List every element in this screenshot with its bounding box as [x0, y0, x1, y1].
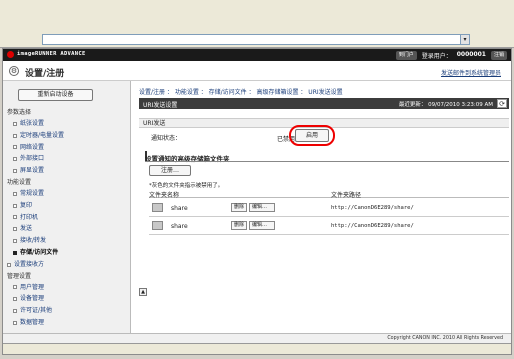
bullet-icon [13, 133, 17, 138]
copyright: Copyright CANON INC. 2010 All Rights Res… [387, 336, 503, 341]
folder-icon [152, 221, 163, 230]
bullet-icon [13, 297, 17, 302]
enable-button[interactable]: 启用 [295, 129, 329, 142]
folder-icon [152, 203, 163, 212]
sidebar-item-destination[interactable]: 设置接收方 [3, 259, 131, 271]
folder-path: http://CanonD6E289/share/ [331, 205, 414, 211]
edit-button[interactable]: 编辑… [249, 203, 275, 212]
section-title: URI发送设置 [143, 102, 178, 109]
register-button[interactable]: 注册… [149, 165, 191, 176]
bullet-icon [13, 145, 17, 150]
footer: Copyright CANON INC. 2010 All Rights Res… [3, 333, 511, 343]
bullet-icon [13, 227, 17, 232]
sidebar-item-copy[interactable]: 复印 [3, 200, 131, 212]
bullet-icon [13, 285, 17, 290]
restart-device-button[interactable]: 重新启动设备 [18, 89, 93, 101]
login-user-label: 登录用户： [421, 53, 452, 60]
gear-icon: ⚙ [9, 66, 19, 76]
main-content: 设置/注册 ： 功能设置 ： 存储/访问文件 ： 高级存储箱设置 ： URI发送… [131, 81, 511, 354]
title-bar: ⚙ 设置/注册 发送邮件到系统管理员 [3, 61, 511, 81]
status-strip [3, 343, 511, 354]
folder-path: http://CanonD6E289/share/ [331, 223, 414, 229]
brand-logo-icon [7, 51, 14, 58]
sidebar-item-send[interactable]: 发送 [3, 223, 131, 235]
sidebar-group-preferences: 参数选择 [7, 109, 32, 116]
folder-name: share [171, 205, 188, 212]
page: imageRUNNER ADVANCE 到门户 登录用户： 0000001 注销… [2, 48, 512, 355]
address-bar[interactable] [42, 34, 470, 45]
bullet-icon [7, 262, 11, 267]
sidebar-item-interface[interactable]: 外部接口 [3, 153, 131, 165]
delete-button[interactable]: 删除 [231, 203, 248, 212]
browser-toolbar: ▾ [0, 0, 514, 48]
sidebar-item-receive[interactable]: 接收/转发 [3, 235, 131, 247]
bullet-icon [13, 320, 17, 325]
folder-name: share [171, 223, 188, 230]
bullet-icon [13, 309, 17, 314]
brand-links: 到门户 登录用户： 0000001 注销 [395, 51, 507, 60]
section-header: URI发送设置 最近更新： 09/07/2010 3:23:09 AM ⟳ [139, 98, 509, 109]
sidebar-item-store-access[interactable]: 存储/访问文件 [3, 247, 131, 259]
table-row: share 删除 编辑… http://CanonD6E289/share/ [149, 217, 509, 235]
sidebar-item-network[interactable]: 网络设置 [3, 142, 131, 154]
refresh-icon[interactable]: ⟳ [497, 99, 507, 108]
last-updated: 最近更新： 09/07/2010 3:23:09 AM [398, 102, 493, 108]
sidebar-item-data[interactable]: 数据管理 [3, 317, 131, 329]
delete-button[interactable]: 删除 [231, 221, 248, 230]
table-header: 文件夹名称 文件夹路径 [149, 189, 509, 199]
portal-link[interactable]: 到门户 [395, 51, 417, 60]
sidebar-item-display[interactable]: 屏显设置 [3, 165, 131, 177]
sidebar-item-common[interactable]: 常规设置 [3, 188, 131, 200]
bullet-icon [13, 169, 17, 174]
bullet-icon [13, 215, 17, 220]
sidebar-item-users[interactable]: 用户管理 [3, 282, 131, 294]
bullet-icon [13, 121, 17, 126]
sidebar-menu: 参数选择 纸张设置 定时器/电量设置 网络设置 外部接口 屏显设置 功能设置 常… [3, 107, 131, 329]
edit-button[interactable]: 编辑… [249, 221, 275, 230]
sidebar: 重新启动设备 参数选择 纸张设置 定时器/电量设置 网络设置 外部接口 屏显设置… [3, 81, 131, 354]
brand-bar: imageRUNNER ADVANCE 到门户 登录用户： 0000001 注销 [3, 49, 511, 61]
column-folder-path: 文件夹路径 [331, 192, 362, 199]
sidebar-item-paper[interactable]: 纸张设置 [3, 118, 131, 130]
logout-link[interactable]: 注销 [490, 51, 507, 60]
table-row: share 删除 编辑… http://CanonD6E289/share/ [149, 199, 509, 217]
bullet-icon [13, 250, 17, 255]
address-dropdown-icon[interactable]: ▾ [460, 34, 470, 45]
bullet-icon [13, 203, 17, 208]
breadcrumb[interactable]: 设置/注册 ： 功能设置 ： 存储/访问文件 ： 高级存储箱设置 ： URI发送… [139, 87, 343, 96]
sidebar-item-printer[interactable]: 打印机 [3, 212, 131, 224]
divider [145, 161, 509, 162]
disabled-note: *灰色的文件夹指示被禁用了。 [149, 183, 224, 189]
column-folder-name: 文件夹名称 [149, 192, 180, 199]
sidebar-group-functions: 功能设置 [7, 178, 32, 186]
mail-admin-link[interactable]: 发送邮件到系统管理员 [441, 68, 501, 77]
page-title: 设置/注册 [25, 69, 65, 79]
bullet-icon [13, 157, 17, 162]
sidebar-item-timer[interactable]: 定时器/电量设置 [3, 130, 131, 142]
bullet-icon [13, 239, 17, 244]
sidebar-group-management: 管理设置 [7, 272, 32, 280]
sidebar-item-license[interactable]: 许可证/其他 [3, 305, 131, 317]
scroll-to-top-icon[interactable]: ▲ [139, 288, 147, 296]
sidebar-item-device[interactable]: 设备管理 [3, 293, 131, 305]
notify-status-label: 通知状态： [151, 135, 182, 142]
bullet-icon [13, 191, 17, 196]
login-user-value: 0000001 [456, 51, 486, 58]
brand-name: imageRUNNER ADVANCE [17, 51, 86, 57]
